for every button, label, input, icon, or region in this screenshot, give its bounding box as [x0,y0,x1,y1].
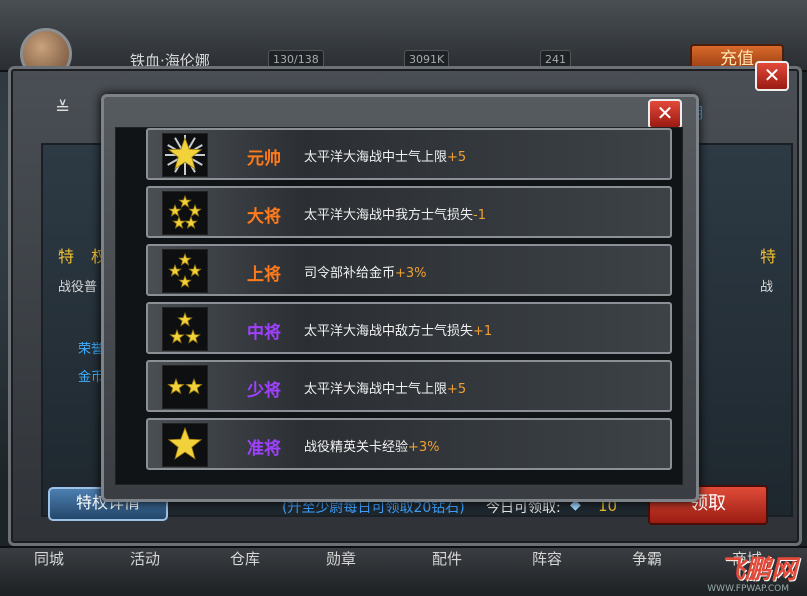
rank-name: 元帅 [247,149,281,169]
rank-effect: 战役精英关卡经验+3% [304,436,440,455]
rank-name: 少将 [247,381,281,401]
rank-effect: 司令部补给金币+3% [304,262,427,281]
rank-row: 少将 太平洋大海战中士气上限+5 [146,360,672,412]
rank-effect-text: 太平洋大海战中我方士气损失 [304,208,474,223]
rank-row: 元帅 太平洋大海战中士气上限+5 [146,128,672,180]
rank-effect: 太平洋大海战中我方士气损失-1 [304,204,486,223]
rank-star-icon [162,423,208,467]
rank-star-icon [162,133,208,177]
rank-star-icon [162,365,208,409]
rank-effect-bonus: -1 [473,208,486,223]
privilege-title-right: 特 [760,247,777,266]
rank-effect-bonus: +5 [447,382,467,397]
rank-effect: 太平洋大海战中士气上限+5 [304,378,466,397]
rank-name: 准将 [247,439,281,459]
rank-chevron-icon: ≚ [55,98,71,119]
nav-item-parts[interactable]: 配件 [412,548,482,569]
rank-row: 中将 太平洋大海战中敌方士气损失+1 [146,302,672,354]
privilege-text-left: 战役普 [58,280,98,295]
rank-row: 准将 战役精英关卡经验+3% [146,418,672,470]
rank-row: 大将 太平洋大海战中我方士气损失-1 [146,186,672,238]
rank-star-icon [162,307,208,351]
rank-name: 中将 [247,323,281,343]
rank-effect-text: 战役精英关卡经验 [304,440,409,455]
nav-item-lineup[interactable]: 阵容 [512,548,582,569]
dialog-close-button[interactable]: ✕ [648,99,682,129]
rank-effect-bonus: +3% [395,266,427,281]
rank-name: 大将 [247,207,281,227]
nav-item-city[interactable]: 同城 [14,548,84,569]
rank-effect-text: 太平洋大海战中敌方士气损失 [304,324,474,339]
rank-effect-bonus: +1 [473,324,493,339]
watermark-logo: 飞鹏网 [718,555,797,585]
rank-effect-text: 司令部补给金币 [304,266,396,281]
privilege-close-button[interactable]: ✕ [755,61,789,91]
watermark-url: WWW.FPWAP.COM [707,584,789,594]
rank-star-icon [162,249,208,293]
rank-name: 上将 [247,265,281,285]
nav-item-warehouse[interactable]: 仓库 [210,548,280,569]
privilege-text-right: 战 [760,280,774,295]
top-hud: 铁血·海伦娜 130/138 3091K 241 充值 [0,0,807,80]
nav-item-medals[interactable]: 勋章 [306,548,376,569]
rank-effect: 太平洋大海战中士气上限+5 [304,146,466,165]
rank-effect-text: 太平洋大海战中士气上限 [304,150,448,165]
rank-effect-bonus: +5 [447,150,467,165]
nav-item-contest[interactable]: 争霸 [612,548,682,569]
rank-effect-bonus: +3% [408,440,440,455]
rank-star-icon [162,191,208,235]
bottom-nav: 同城 活动 仓库 勋章 配件 阵容 争霸 商城 [0,546,807,596]
nav-item-events[interactable]: 活动 [110,548,180,569]
rank-effect-text: 太平洋大海战中士气上限 [304,382,448,397]
rank-row: 上将 司令部补给金币+3% [146,244,672,296]
rank-effect: 太平洋大海战中敌方士气损失+1 [304,320,492,339]
